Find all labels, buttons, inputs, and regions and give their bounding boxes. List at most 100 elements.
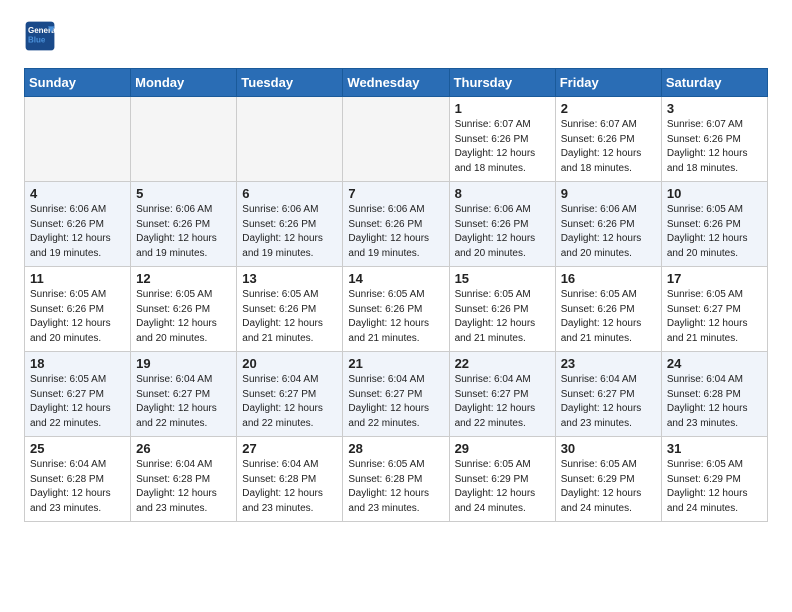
day-number: 22 bbox=[455, 356, 550, 371]
day-number: 13 bbox=[242, 271, 337, 286]
day-number: 14 bbox=[348, 271, 443, 286]
day-info: Sunrise: 6:04 AMSunset: 6:27 PMDaylight:… bbox=[455, 373, 550, 431]
day-number: 29 bbox=[455, 441, 550, 456]
calendar-cell: 25Sunrise: 6:04 AMSunset: 6:28 PMDayligh… bbox=[25, 437, 131, 522]
calendar-cell: 5Sunrise: 6:06 AMSunset: 6:26 PMDaylight… bbox=[131, 182, 237, 267]
day-number: 7 bbox=[348, 186, 443, 201]
calendar-cell: 22 Sunrise: 6:04 AMSunset: 6:27 PMDayligh… bbox=[449, 352, 555, 437]
day-number: 17 bbox=[667, 271, 762, 286]
calendar-cell: 18Sunrise: 6:05 AMSunset: 6:27 PMDayligh… bbox=[25, 352, 131, 437]
calendar-cell: 24 Sunrise: 6:04 AMSunset: 6:28 PMDayligh… bbox=[661, 352, 767, 437]
day-info: Sunrise: 6:05 AMSunset: 6:26 PMDaylight:… bbox=[561, 288, 656, 346]
calendar-cell: 3 Sunrise: 6:07 AMSunset: 6:26 PMDaylight… bbox=[661, 97, 767, 182]
day-info: Sunrise: 6:04 AMSunset: 6:27 PMDaylight:… bbox=[242, 373, 337, 431]
svg-text:Blue: Blue bbox=[28, 35, 46, 44]
page: General Blue SundayMondayTuesdayWednesda… bbox=[0, 0, 792, 542]
day-info: Sunrise: 6:07 AMSunset: 6:26 PMDaylight:… bbox=[667, 118, 762, 176]
calendar-cell: 12 Sunrise: 6:05 AMSunset: 6:26 PMDayligh… bbox=[131, 267, 237, 352]
day-info: Sunrise: 6:07 AMSunset: 6:26 PMDaylight:… bbox=[455, 118, 550, 176]
day-number: 12 bbox=[136, 271, 231, 286]
day-info: Sunrise: 6:05 AMSunset: 6:26 PMDaylight:… bbox=[30, 288, 125, 346]
day-info: Sunrise: 6:04 AMSunset: 6:28 PMDaylight:… bbox=[136, 458, 231, 516]
calendar-cell: 9Sunrise: 6:06 AMSunset: 6:26 PMDaylight… bbox=[555, 182, 661, 267]
day-number: 16 bbox=[561, 271, 656, 286]
day-number: 19 bbox=[136, 356, 231, 371]
day-number: 9 bbox=[561, 186, 656, 201]
day-info: Sunrise: 6:05 AMSunset: 6:27 PMDaylight:… bbox=[30, 373, 125, 431]
day-number: 20 bbox=[242, 356, 337, 371]
calendar: SundayMondayTuesdayWednesdayThursdayFrid… bbox=[24, 68, 768, 522]
calendar-cell: 21Sunrise: 6:04 AMSunset: 6:27 PMDayligh… bbox=[343, 352, 449, 437]
calendar-cell: 13 Sunrise: 6:05 AMSunset: 6:26 PMDayligh… bbox=[237, 267, 343, 352]
weekday-header-tuesday: Tuesday bbox=[237, 69, 343, 97]
day-info: Sunrise: 6:05 AMSunset: 6:26 PMDaylight:… bbox=[242, 288, 337, 346]
week-row-5: 25 Sunrise: 6:04 AMSunset: 6:28 PMDayligh… bbox=[25, 437, 768, 522]
day-number: 21 bbox=[348, 356, 443, 371]
day-number: 6 bbox=[242, 186, 337, 201]
day-number: 3 bbox=[667, 101, 762, 116]
day-number: 4 bbox=[30, 186, 125, 201]
day-info: Sunrise: 6:04 AMSunset: 6:27 PMDaylight:… bbox=[561, 373, 656, 431]
day-info: Sunrise: 6:06 AMSunset: 6:26 PMDaylight:… bbox=[30, 203, 125, 261]
calendar-cell bbox=[237, 97, 343, 182]
calendar-cell: 27 Sunrise: 6:04 AMSunset: 6:28 PMDayligh… bbox=[237, 437, 343, 522]
week-row-3: 11 Sunrise: 6:05 AMSunset: 6:26 PMDayligh… bbox=[25, 267, 768, 352]
calendar-cell bbox=[25, 97, 131, 182]
week-row-4: 18Sunrise: 6:05 AMSunset: 6:27 PMDayligh… bbox=[25, 352, 768, 437]
day-number: 26 bbox=[136, 441, 231, 456]
day-number: 1 bbox=[455, 101, 550, 116]
day-info: Sunrise: 6:06 AMSunset: 6:26 PMDaylight:… bbox=[455, 203, 550, 261]
calendar-cell: 31Sunrise: 6:05 AMSunset: 6:29 PMDayligh… bbox=[661, 437, 767, 522]
day-number: 28 bbox=[348, 441, 443, 456]
day-info: Sunrise: 6:05 AMSunset: 6:26 PMDaylight:… bbox=[455, 288, 550, 346]
day-info: Sunrise: 6:04 AMSunset: 6:28 PMDaylight:… bbox=[667, 373, 762, 431]
calendar-cell bbox=[343, 97, 449, 182]
calendar-cell bbox=[131, 97, 237, 182]
weekday-header-wednesday: Wednesday bbox=[343, 69, 449, 97]
day-number: 24 bbox=[667, 356, 762, 371]
day-info: Sunrise: 6:05 AMSunset: 6:29 PMDaylight:… bbox=[455, 458, 550, 516]
day-number: 8 bbox=[455, 186, 550, 201]
day-info: Sunrise: 6:05 AMSunset: 6:28 PMDaylight:… bbox=[348, 458, 443, 516]
calendar-cell: 28 Sunrise: 6:05 AMSunset: 6:28 PMDayligh… bbox=[343, 437, 449, 522]
week-row-1: 1 Sunrise: 6:07 AMSunset: 6:26 PMDaylight… bbox=[25, 97, 768, 182]
weekday-header-saturday: Saturday bbox=[661, 69, 767, 97]
day-info: Sunrise: 6:06 AMSunset: 6:26 PMDaylight:… bbox=[136, 203, 231, 261]
day-number: 2 bbox=[561, 101, 656, 116]
day-info: Sunrise: 6:04 AMSunset: 6:28 PMDaylight:… bbox=[242, 458, 337, 516]
weekday-header-sunday: Sunday bbox=[25, 69, 131, 97]
weekday-header-row: SundayMondayTuesdayWednesdayThursdayFrid… bbox=[25, 69, 768, 97]
day-info: Sunrise: 6:05 AMSunset: 6:26 PMDaylight:… bbox=[348, 288, 443, 346]
logo: General Blue bbox=[24, 20, 60, 52]
calendar-cell: 10 Sunrise: 6:05 AMSunset: 6:26 PMDayligh… bbox=[661, 182, 767, 267]
calendar-cell: 4 Sunrise: 6:06 AMSunset: 6:26 PMDaylight… bbox=[25, 182, 131, 267]
day-number: 11 bbox=[30, 271, 125, 286]
calendar-cell: 19 Sunrise: 6:04 AMSunset: 6:27 PMDayligh… bbox=[131, 352, 237, 437]
header: General Blue bbox=[24, 20, 768, 52]
day-number: 31 bbox=[667, 441, 762, 456]
day-number: 30 bbox=[561, 441, 656, 456]
day-info: Sunrise: 6:04 AMSunset: 6:27 PMDaylight:… bbox=[136, 373, 231, 431]
day-info: Sunrise: 6:05 AMSunset: 6:29 PMDaylight:… bbox=[561, 458, 656, 516]
calendar-cell: 29 Sunrise: 6:05 AMSunset: 6:29 PMDayligh… bbox=[449, 437, 555, 522]
day-info: Sunrise: 6:05 AMSunset: 6:26 PMDaylight:… bbox=[136, 288, 231, 346]
calendar-cell: 26 Sunrise: 6:04 AMSunset: 6:28 PMDayligh… bbox=[131, 437, 237, 522]
calendar-cell: 20 Sunrise: 6:04 AMSunset: 6:27 PMDayligh… bbox=[237, 352, 343, 437]
logo-icon: General Blue bbox=[24, 20, 56, 52]
calendar-cell: 23Sunrise: 6:04 AMSunset: 6:27 PMDayligh… bbox=[555, 352, 661, 437]
calendar-cell: 2 Sunrise: 6:07 AMSunset: 6:26 PMDaylight… bbox=[555, 97, 661, 182]
calendar-cell: 8 Sunrise: 6:06 AMSunset: 6:26 PMDaylight… bbox=[449, 182, 555, 267]
day-info: Sunrise: 6:07 AMSunset: 6:26 PMDaylight:… bbox=[561, 118, 656, 176]
day-number: 27 bbox=[242, 441, 337, 456]
week-row-2: 4 Sunrise: 6:06 AMSunset: 6:26 PMDaylight… bbox=[25, 182, 768, 267]
calendar-cell: 17Sunrise: 6:05 AMSunset: 6:27 PMDayligh… bbox=[661, 267, 767, 352]
day-number: 25 bbox=[30, 441, 125, 456]
calendar-cell: 6 Sunrise: 6:06 AMSunset: 6:26 PMDaylight… bbox=[237, 182, 343, 267]
calendar-cell: 14 Sunrise: 6:05 AMSunset: 6:26 PMDayligh… bbox=[343, 267, 449, 352]
day-info: Sunrise: 6:05 AMSunset: 6:26 PMDaylight:… bbox=[667, 203, 762, 261]
calendar-cell: 7 Sunrise: 6:06 AMSunset: 6:26 PMDaylight… bbox=[343, 182, 449, 267]
day-number: 10 bbox=[667, 186, 762, 201]
day-info: Sunrise: 6:06 AMSunset: 6:26 PMDaylight:… bbox=[348, 203, 443, 261]
day-number: 15 bbox=[455, 271, 550, 286]
day-info: Sunrise: 6:06 AMSunset: 6:26 PMDaylight:… bbox=[242, 203, 337, 261]
